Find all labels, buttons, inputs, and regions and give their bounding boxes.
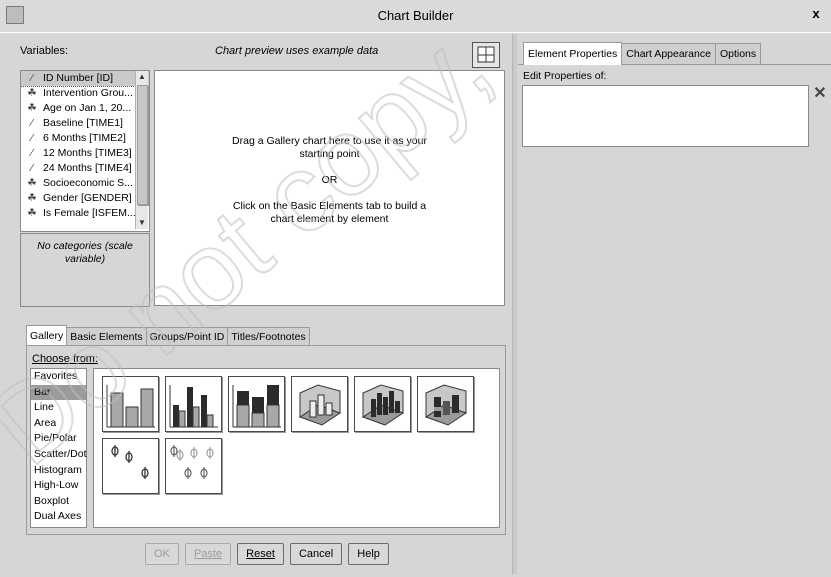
dialog-buttons: OK Paste Reset Cancel Help <box>145 543 392 565</box>
title-bar: Chart Builder x <box>0 0 831 33</box>
3d-simple-bar-thumbnail[interactable] <box>291 376 348 432</box>
tab-options[interactable]: Options <box>714 43 762 64</box>
chart-type-list[interactable]: Favorites Bar Line Area Pie/Polar Scatter/Dot… <box>30 368 87 528</box>
chart-type-item[interactable]: Boxplot <box>31 494 86 510</box>
chart-canvas[interactable]: Drag a Gallery chart here to use it as y… <box>154 70 505 306</box>
variable-item[interactable]: ⁄ 12 Months [TIME3] <box>21 146 149 161</box>
scale-ruler-icon: ⁄ <box>31 72 33 84</box>
nominal-group-icon: ☘ <box>27 207 37 219</box>
variable-item[interactable]: ☘ Is Female [ISFEM... <box>21 206 149 221</box>
canvas-line-4: chart element by element <box>270 213 389 225</box>
variables-scrollbar[interactable]: ▲ ▼ <box>135 71 148 229</box>
gallery-thumbnails <box>93 368 500 528</box>
delete-element-icon[interactable]: ✕ <box>812 86 828 102</box>
canvas-line-3: Click on the Basic Elements tab to build… <box>232 200 427 212</box>
scale-ruler-icon: ⁄ <box>31 147 33 159</box>
clustered-bar-thumbnail[interactable] <box>165 376 222 432</box>
variable-label: Baseline [TIME1] <box>43 117 123 129</box>
variable-label: 12 Months [TIME3] <box>43 147 132 159</box>
simple-error-bar-thumbnail[interactable] <box>102 438 159 494</box>
variable-item[interactable]: ⁄ Baseline [TIME1] <box>21 116 149 131</box>
variables-list[interactable]: ⁄ ID Number [ID] ☘ Intervention Grou... ☘ Age… <box>20 70 150 232</box>
variable-label: 6 Months [TIME2] <box>43 132 126 144</box>
simple-bar-thumbnail[interactable] <box>102 376 159 432</box>
variable-item[interactable]: ⁄ 24 Months [TIME4] <box>21 161 149 176</box>
variable-label: Intervention Grou... <box>43 87 133 99</box>
3d-stacked-bar-thumbnail[interactable] <box>417 376 474 432</box>
edit-properties-list[interactable] <box>522 85 809 147</box>
close-icon[interactable]: x <box>806 6 826 24</box>
chart-type-item[interactable]: Favorites <box>31 369 86 385</box>
canvas-or: OR <box>321 174 338 186</box>
chart-type-item[interactable]: Dual Axes <box>31 509 86 525</box>
scroll-thumb[interactable] <box>137 85 148 205</box>
panel-splitter[interactable] <box>512 34 517 574</box>
variable-label: ID Number [ID] <box>43 72 114 84</box>
nominal-group-icon: ☘ <box>27 177 37 189</box>
scroll-down-icon[interactable]: ▼ <box>136 217 148 229</box>
canvas-line-1: Drag a Gallery chart here to use it as y… <box>232 135 427 147</box>
stacked-bar-thumbnail[interactable] <box>228 376 285 432</box>
cancel-button[interactable]: Cancel <box>289 543 343 565</box>
preview-grid-icon <box>477 46 495 63</box>
3d-clustered-bar-thumbnail[interactable] <box>354 376 411 432</box>
reset-button[interactable]: Reset <box>237 543 284 565</box>
variable-item[interactable]: ⁄ 6 Months [TIME2] <box>21 131 149 146</box>
chart-type-item[interactable]: Scatter/Dot <box>31 447 87 463</box>
choose-from-text: Choose from: <box>32 353 99 365</box>
categories-note: No categories (scale variable) <box>37 240 133 265</box>
variables-label: Variables: <box>20 45 69 57</box>
canvas-line-2: starting point <box>299 148 360 160</box>
paste-button[interactable]: Paste <box>184 543 232 565</box>
nominal-group-icon: ☘ <box>27 102 37 114</box>
nominal-group-icon: ☘ <box>27 87 37 99</box>
tab-titles-footnotes[interactable]: Titles/Footnotes <box>227 327 310 346</box>
variable-item[interactable]: ⁄ ID Number [ID] <box>21 71 149 87</box>
tab-chart-appearance[interactable]: Chart Appearance <box>621 43 716 64</box>
chart-type-item[interactable]: Bar <box>31 384 86 401</box>
chart-type-item[interactable]: Line <box>31 400 86 416</box>
preview-note: Chart preview uses example data <box>215 45 379 57</box>
variable-item[interactable]: ☘ Socioeconomic S... <box>21 176 149 191</box>
window-title: Chart Builder <box>377 8 454 23</box>
nominal-group-icon: ☘ <box>27 192 37 204</box>
ok-button[interactable]: OK <box>145 543 179 565</box>
scale-ruler-icon: ⁄ <box>31 117 33 129</box>
help-button[interactable]: Help <box>348 543 389 565</box>
tab-gallery[interactable]: Gallery <box>26 325 68 346</box>
gallery-tabs: Gallery Basic Elements Groups/Point ID Titl… <box>26 325 310 346</box>
tab-basic-elements[interactable]: Basic Elements <box>66 327 147 346</box>
tab-groups-point-id[interactable]: Groups/Point ID <box>145 327 229 346</box>
variable-label: Gender [GENDER] <box>43 192 132 204</box>
tab-element-properties[interactable]: Element Properties <box>523 42 623 65</box>
variable-item[interactable]: ☘ Age on Jan 1, 20... <box>21 101 149 116</box>
variable-label: Is Female [ISFEM... <box>43 207 136 219</box>
chart-type-item[interactable]: High-Low <box>31 478 86 494</box>
chart-preview-button[interactable] <box>472 42 500 68</box>
chart-type-item[interactable]: Area <box>31 416 86 432</box>
variable-item[interactable]: ☘ Gender [GENDER] <box>21 191 149 206</box>
chart-type-item[interactable]: Pie/Polar <box>31 431 86 447</box>
scale-ruler-icon: ⁄ <box>31 132 33 144</box>
variable-label: 24 Months [TIME4] <box>43 162 132 174</box>
chart-type-item[interactable]: Histogram <box>31 463 86 479</box>
choose-from-label: Choose from: <box>32 353 98 365</box>
clustered-error-bar-thumbnail[interactable] <box>165 438 222 494</box>
scroll-up-icon[interactable]: ▲ <box>136 71 148 83</box>
properties-tabs: Element Properties Chart Appearance Option… <box>523 42 762 65</box>
variable-label: Age on Jan 1, 20... <box>43 102 132 114</box>
variable-item[interactable]: ☘ Intervention Grou... <box>21 86 149 101</box>
scale-ruler-icon: ⁄ <box>31 162 33 174</box>
variable-label: Socioeconomic S... <box>43 177 133 189</box>
edit-properties-label: Edit Properties of: <box>523 70 607 82</box>
categories-box: No categories (scale variable) <box>20 233 150 307</box>
